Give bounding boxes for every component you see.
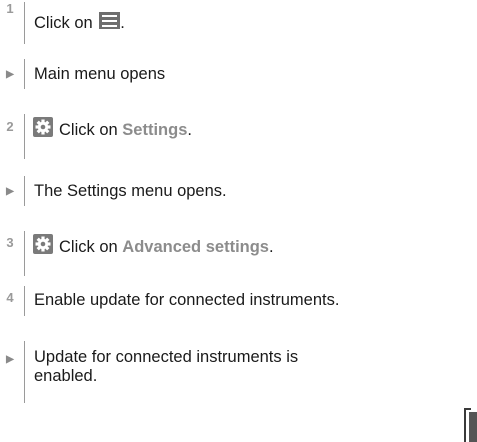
step-text: Main menu opens [34, 65, 166, 83]
step-text: Enable update for connected instruments. [34, 291, 340, 309]
step-divider [24, 59, 25, 89]
gear-icon [33, 117, 53, 137]
result-arrow-icon: ▶ [6, 354, 14, 365]
step-text-line-2: enabled. [34, 367, 98, 385]
step-divider [24, 114, 25, 159]
step-number: 1 [6, 1, 14, 16]
step-text: Click on Settings. [59, 121, 192, 140]
step-text-line-1: Update for connected instruments is [34, 348, 299, 366]
result-arrow-icon: ▶ [6, 186, 14, 197]
step-number: 2 [6, 119, 14, 134]
step-text-after: . [187, 121, 192, 139]
step-divider [24, 286, 25, 316]
step-number: 3 [6, 235, 14, 250]
result-arrow-icon: ▶ [6, 69, 14, 80]
step-text-after: . [269, 238, 274, 256]
step-text: Click on . [34, 12, 125, 33]
step-text-before: Click on [59, 238, 123, 256]
step-divider [24, 231, 25, 276]
step-text-after: . [120, 14, 125, 32]
step-divider [24, 341, 25, 403]
step-text-before: Click on [59, 121, 123, 139]
menu-icon [99, 12, 121, 29]
step-divider [24, 176, 25, 206]
step-text: Click on Advanced settings. [59, 238, 274, 257]
cropped-screenshot-content [469, 412, 477, 442]
settings-link: Settings [122, 121, 188, 139]
step-divider [24, 2, 25, 44]
gear-icon [33, 234, 53, 254]
step-text: The Settings menu opens. [34, 182, 227, 200]
step-text-before: Click on [34, 14, 98, 32]
step-number: 4 [6, 290, 14, 305]
advanced-settings-link: Advanced settings [122, 238, 269, 256]
